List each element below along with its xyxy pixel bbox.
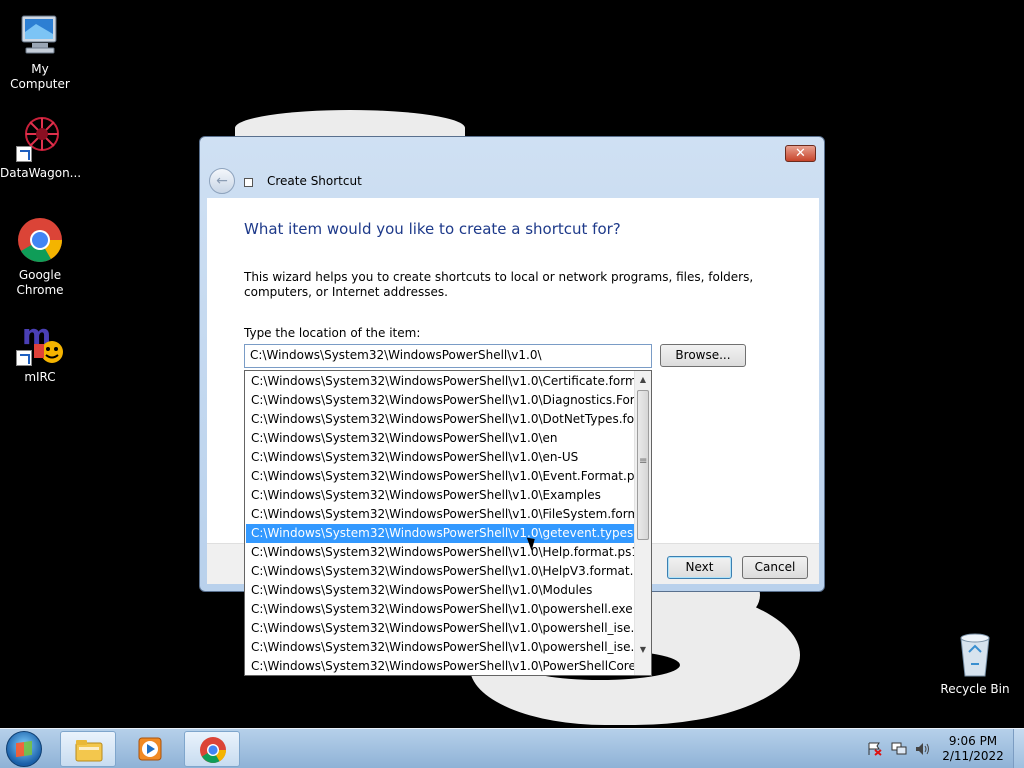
desktop-icon-label: Recycle Bin — [940, 682, 1010, 696]
action-center-flag-icon[interactable] — [867, 742, 883, 756]
autocomplete-item[interactable]: C:\Windows\System32\WindowsPowerShell\v1… — [246, 562, 634, 581]
scrollbar-thumb[interactable] — [637, 390, 649, 540]
taskbar-clock[interactable]: 9:06 PM 2/11/2022 — [936, 734, 1010, 764]
desktop-icon-datawagon[interactable]: DataWagon... — [0, 114, 82, 181]
close-button[interactable]: ✕ — [785, 145, 816, 162]
folder-icon — [74, 735, 104, 765]
autocomplete-item[interactable]: C:\Windows\System32\WindowsPowerShell\v1… — [246, 410, 634, 429]
shortcut-icon — [244, 178, 253, 187]
autocomplete-item[interactable]: C:\Windows\System32\WindowsPowerShell\v1… — [246, 581, 634, 600]
desktop-icon-label: Google Chrome — [16, 268, 64, 297]
taskbar-item-explorer[interactable] — [60, 731, 116, 767]
show-desktop-button[interactable] — [1013, 729, 1024, 768]
volume-icon[interactable] — [915, 742, 931, 756]
desktop-icon-mirc[interactable]: m mIRC — [0, 318, 80, 385]
autocomplete-item[interactable]: C:\Windows\System32\WindowsPowerShell\v1… — [246, 391, 634, 410]
start-button[interactable] — [6, 731, 42, 767]
wizard-heading: What item would you like to create a sho… — [244, 220, 621, 238]
autocomplete-item[interactable]: C:\Windows\System32\WindowsPowerShell\v1… — [246, 448, 634, 467]
chrome-icon — [198, 735, 228, 765]
computer-icon — [16, 10, 64, 58]
desktop-icon-label: My Computer — [10, 62, 70, 91]
mirc-icon: m — [16, 318, 64, 366]
autocomplete-item-selected[interactable]: C:\Windows\System32\WindowsPowerShell\v1… — [246, 524, 634, 543]
datawagon-icon — [16, 114, 64, 162]
recycle-bin-icon — [951, 630, 999, 678]
autocomplete-item[interactable]: C:\Windows\System32\WindowsPowerShell\v1… — [246, 619, 634, 638]
back-button[interactable]: ← — [209, 168, 235, 194]
autocomplete-item[interactable]: C:\Windows\System32\WindowsPowerShell\v1… — [246, 486, 634, 505]
media-player-icon — [135, 734, 165, 764]
desktop-icon-label: mIRC — [24, 370, 56, 384]
network-icon[interactable] — [891, 742, 907, 756]
autocomplete-item[interactable]: C:\Windows\System32\WindowsPowerShell\v1… — [246, 657, 634, 675]
autocomplete-item[interactable]: C:\Windows\System32\WindowsPowerShell\v1… — [246, 467, 634, 486]
clock-date: 2/11/2022 — [942, 749, 1004, 763]
autocomplete-scrollbar[interactable]: ▲ ▼ — [634, 371, 651, 675]
scroll-down-arrow-icon[interactable]: ▼ — [635, 641, 651, 658]
taskbar-item-chrome[interactable] — [184, 731, 240, 767]
desktop-icon-label: DataWagon... — [0, 166, 82, 180]
scroll-up-arrow-icon[interactable]: ▲ — [635, 371, 651, 388]
browse-button[interactable]: Browse... — [660, 344, 746, 367]
location-label: Type the location of the item: — [244, 326, 421, 340]
desktop-icon-recycle-bin[interactable]: Recycle Bin — [935, 630, 1015, 697]
location-input[interactable]: C:\Windows\System32\WindowsPowerShell\v1… — [244, 344, 652, 368]
desktop-icon-my-computer[interactable]: My Computer — [0, 10, 80, 92]
next-button[interactable]: Next — [667, 556, 732, 579]
autocomplete-item[interactable]: C:\Windows\System32\WindowsPowerShell\v1… — [246, 505, 634, 524]
autocomplete-item[interactable]: C:\Windows\System32\WindowsPowerShell\v1… — [246, 429, 634, 448]
autocomplete-item[interactable]: C:\Windows\System32\WindowsPowerShell\v1… — [246, 638, 634, 657]
desktop-icon-google-chrome[interactable]: Google Chrome — [0, 216, 80, 298]
cancel-button[interactable]: Cancel — [742, 556, 808, 579]
autocomplete-item[interactable]: C:\Windows\System32\WindowsPowerShell\v1… — [246, 543, 634, 562]
autocomplete-item[interactable]: C:\Windows\System32\WindowsPowerShell\v1… — [246, 372, 634, 391]
taskbar-item-media-player[interactable] — [122, 731, 178, 767]
dialog-title: Create Shortcut — [267, 174, 362, 188]
autocomplete-item[interactable]: C:\Windows\System32\WindowsPowerShell\v1… — [246, 600, 634, 619]
clock-time: 9:06 PM — [948, 734, 998, 748]
chrome-icon — [16, 216, 64, 264]
shortcut-arrow-icon — [16, 350, 32, 366]
wizard-description: This wizard helps you to create shortcut… — [244, 270, 754, 299]
autocomplete-list[interactable]: C:\Windows\System32\WindowsPowerShell\v1… — [244, 370, 652, 676]
taskbar: 9:06 PM 2/11/2022 — [0, 728, 1024, 768]
shortcut-arrow-icon — [16, 146, 32, 162]
